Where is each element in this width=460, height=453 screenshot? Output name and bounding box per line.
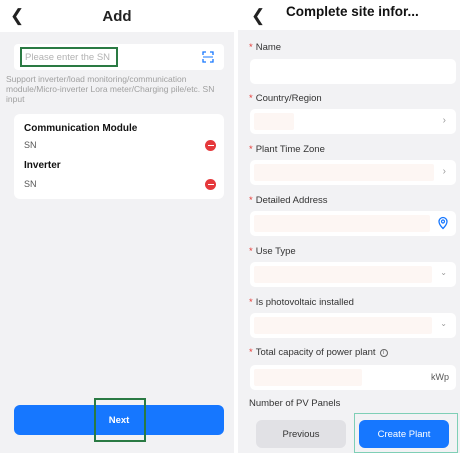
required-mark: * [249, 246, 253, 257]
add-header: ❮ Add [0, 0, 234, 32]
required-mark: * [249, 144, 253, 155]
next-button[interactable]: Next [14, 405, 224, 435]
name-field[interactable] [250, 59, 456, 84]
site-header: ❮ Complete site infor... [238, 0, 460, 30]
sn-hint-text: Support inverter/load monitoring/communi… [6, 74, 215, 104]
required-mark: * [249, 347, 253, 358]
required-mark: * [249, 93, 253, 104]
use-type-select[interactable]: ⌄ [250, 262, 456, 287]
photovoltaic-installed-select[interactable]: ⌄ [250, 313, 456, 338]
detailed-address-field[interactable] [250, 211, 456, 236]
scan-icon[interactable] [202, 51, 214, 63]
remove-device-icon[interactable] [205, 140, 216, 151]
info-icon[interactable]: i [379, 349, 388, 357]
chevron-down-icon: ⌄ [440, 319, 447, 328]
chevron-right-icon: › [442, 166, 446, 177]
back-icon[interactable]: ❮ [251, 6, 265, 26]
photovoltaic-installed-label: * Is photovoltaic installed [249, 297, 354, 308]
detailed-address-label: * Detailed Address [249, 195, 328, 206]
total-capacity-label: * Total capacity of power plant i [249, 347, 388, 358]
device-type-inverter: Inverter [24, 160, 61, 171]
capacity-unit: kWp [431, 372, 449, 382]
chevron-right-icon: › [442, 115, 446, 126]
name-label: * Name [249, 42, 282, 53]
device-type-communication-module: Communication Module [24, 123, 138, 134]
country-region-label: * Country/Region [249, 93, 322, 104]
page-title: Complete site infor... [286, 4, 419, 19]
location-pin-icon[interactable] [436, 216, 450, 230]
device-list-card: Communication Module SN Inverter SN [14, 114, 224, 199]
pv-panels-label: Number of PV Panels [249, 398, 341, 409]
remove-device-icon[interactable] [205, 179, 216, 190]
sn-input[interactable] [20, 47, 118, 67]
device-sn-label: SN [24, 179, 37, 189]
add-device-screen: ❮ Add Support inverter/load monitoring/c… [0, 0, 234, 453]
plant-time-zone-select[interactable]: › [250, 160, 456, 185]
country-region-select[interactable]: › [250, 109, 456, 134]
sn-input-row [14, 44, 224, 70]
create-plant-button[interactable]: Create Plant [359, 420, 449, 448]
plant-time-zone-label: * Plant Time Zone [249, 144, 325, 155]
chevron-down-icon: ⌄ [440, 268, 447, 277]
required-mark: * [249, 195, 253, 206]
previous-button[interactable]: Previous [256, 420, 346, 448]
required-mark: * [249, 297, 253, 308]
use-type-label: * Use Type [249, 246, 296, 257]
required-mark: * [249, 42, 253, 53]
total-capacity-field[interactable]: kWp [250, 365, 456, 390]
device-sn-label: SN [24, 140, 37, 150]
site-info-screen: ❮ Complete site infor... * Name * Country/… [238, 0, 460, 453]
page-title: Add [102, 8, 132, 25]
